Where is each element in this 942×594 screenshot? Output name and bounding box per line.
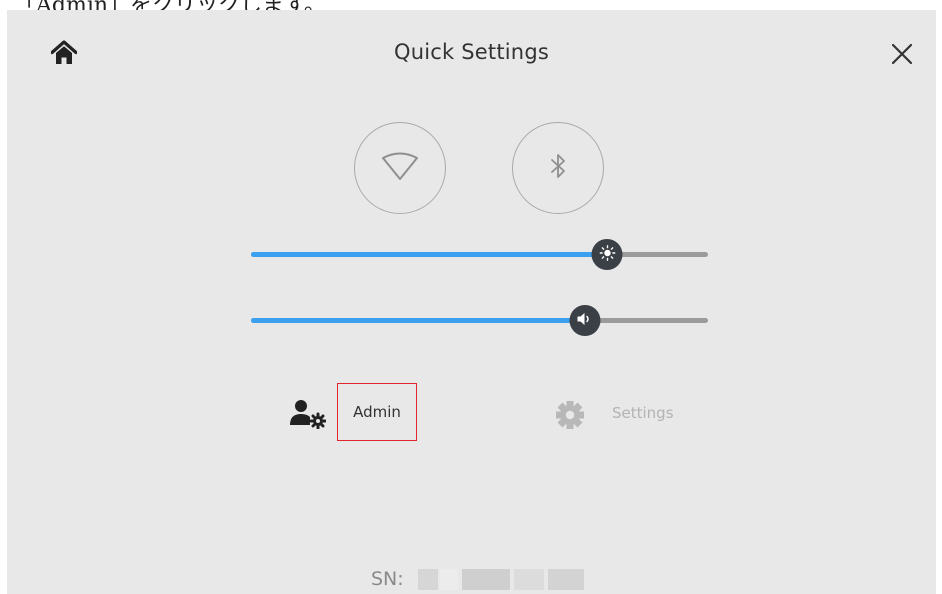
brightness-slider[interactable]	[251, 239, 708, 270]
wifi-icon	[380, 151, 420, 185]
speaker-icon	[577, 311, 593, 330]
sun-icon	[599, 244, 616, 265]
slider-fill	[251, 318, 585, 323]
bluetooth-toggle[interactable]	[512, 122, 604, 214]
admin-label: Admin	[353, 403, 401, 421]
close-icon[interactable]	[891, 43, 913, 65]
gear-icon[interactable]	[554, 399, 586, 431]
volume-slider[interactable]	[251, 305, 708, 336]
page-title: Quick Settings	[394, 40, 549, 64]
brightness-slider-thumb[interactable]	[591, 239, 623, 270]
serial-number-label: SN:	[371, 568, 404, 590]
admin-button[interactable]: Admin	[337, 383, 417, 441]
volume-slider-thumb[interactable]	[569, 305, 601, 336]
bluetooth-icon	[550, 152, 566, 184]
user-gear-icon[interactable]	[290, 399, 327, 430]
slider-fill	[251, 252, 608, 257]
settings-label[interactable]: Settings	[612, 404, 674, 422]
wifi-toggle[interactable]	[354, 122, 446, 214]
serial-number-redacted	[418, 569, 586, 590]
quick-settings-panel: Quick Settings Admin Settings SN:	[7, 10, 936, 594]
